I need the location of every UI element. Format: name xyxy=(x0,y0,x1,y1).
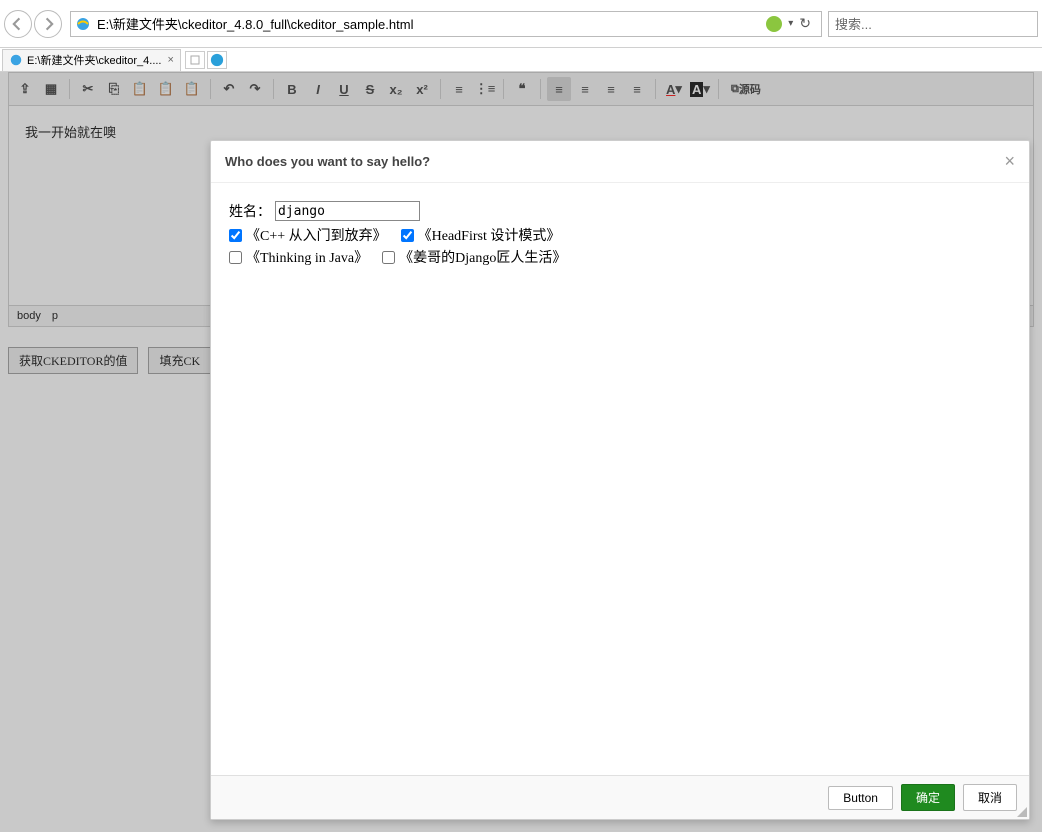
close-icon[interactable]: × xyxy=(167,54,173,66)
url-text: E:\新建文件夹\ckeditor_4.8.0_full\ckeditor_sa… xyxy=(97,14,413,33)
option-2-checkbox[interactable] xyxy=(401,229,414,242)
option-3-label: 《Thinking in Java》 xyxy=(246,247,368,267)
dialog-body: 姓名： 《C++ 从入门到放弃》 《HeadFirst 设计模式》 《Think… xyxy=(211,183,1029,775)
close-icon[interactable]: × xyxy=(1004,151,1015,172)
tab-strip: E:\新建文件夹\ckeditor_4.... × xyxy=(0,48,1042,72)
browser-tab[interactable]: E:\新建文件夹\ckeditor_4.... × xyxy=(2,49,181,71)
option-4-checkbox[interactable] xyxy=(382,251,395,264)
search-input[interactable]: 搜索... xyxy=(828,11,1038,37)
cancel-button[interactable]: 取消 xyxy=(963,784,1017,811)
dropdown-icon[interactable]: ▾ xyxy=(788,18,793,29)
ok-button[interactable]: 确定 xyxy=(901,784,955,811)
option-3-checkbox[interactable] xyxy=(229,251,242,264)
refresh-icon[interactable]: ↻ xyxy=(799,15,811,32)
new-tab-button[interactable] xyxy=(185,51,205,69)
forward-button[interactable] xyxy=(34,10,62,38)
tab-label: E:\新建文件夹\ckeditor_4.... xyxy=(27,52,161,68)
edge-icon[interactable] xyxy=(207,51,227,69)
address-bar-controls: ▾ ↻ xyxy=(766,15,811,32)
option-1-label: 《C++ 从入门到放弃》 xyxy=(246,225,387,245)
resize-grip[interactable] xyxy=(1015,805,1027,817)
button-generic[interactable]: Button xyxy=(828,786,893,810)
address-bar[interactable]: E:\新建文件夹\ckeditor_4.8.0_full\ckeditor_sa… xyxy=(70,11,822,37)
dialog-header: Who does you want to say hello? × xyxy=(211,141,1029,183)
dialog-title: Who does you want to say hello? xyxy=(225,154,430,169)
option-4-label: 《姜哥的Django匠人生活》 xyxy=(399,247,566,267)
dialog: Who does you want to say hello? × 姓名： 《C… xyxy=(210,140,1030,820)
back-button[interactable] xyxy=(4,10,32,38)
dialog-footer: Button 确定 取消 xyxy=(211,775,1029,819)
name-label: 姓名： xyxy=(229,201,271,221)
ie-icon xyxy=(75,16,91,32)
browser-toolbar: E:\新建文件夹\ckeditor_4.8.0_full\ckeditor_sa… xyxy=(0,0,1042,48)
option-2-label: 《HeadFirst 设计模式》 xyxy=(418,225,561,245)
option-1-checkbox[interactable] xyxy=(229,229,242,242)
security-icon xyxy=(766,16,782,32)
name-input[interactable] xyxy=(275,201,420,221)
ie-icon xyxy=(9,53,23,67)
search-placeholder: 搜索... xyxy=(835,14,872,33)
